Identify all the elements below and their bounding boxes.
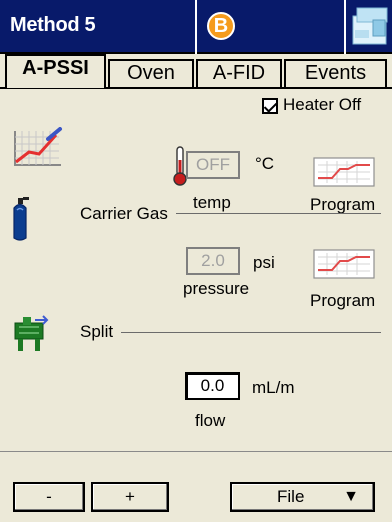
content-divider xyxy=(0,451,392,452)
heater-off-label: Heater Off xyxy=(283,95,362,114)
tab-a-fid[interactable]: A-FID xyxy=(196,59,282,88)
gas-cylinder-icon xyxy=(9,196,31,244)
flow-unit: mL/m xyxy=(252,378,295,397)
instrument-icon[interactable] xyxy=(346,0,392,54)
method-title: Method 5 xyxy=(10,14,96,36)
split-divider xyxy=(121,332,381,333)
heater-off-checkbox[interactable] xyxy=(262,98,278,114)
temp-input[interactable]: OFF xyxy=(186,151,240,179)
pressure-program-icon[interactable] xyxy=(313,249,375,279)
tab-content: Heater Off OFF °C temp Program Carrier G… xyxy=(0,89,392,522)
method-title-cell: Method 5 xyxy=(0,0,197,54)
program-graph-icon xyxy=(11,127,63,171)
pressure-program-label[interactable]: Program xyxy=(310,291,375,311)
title-bar: Method 5 B xyxy=(0,0,392,54)
temp-unit: °C xyxy=(255,154,275,173)
carrier-gas-label: Carrier Gas xyxy=(80,204,168,223)
tab-oven[interactable]: Oven xyxy=(108,59,194,88)
temp-program-icon[interactable] xyxy=(313,157,375,187)
tab-a-pssi[interactable]: A-PSSI xyxy=(5,54,106,88)
method-screen: Method 5 B A-PSSI Oven A-FID Events Heat… xyxy=(0,0,392,522)
file-dropdown-icon: ▼ xyxy=(343,488,359,505)
pressure-caption: pressure xyxy=(183,279,250,298)
carrier-gas-divider xyxy=(176,213,381,214)
badge-cell: B xyxy=(197,0,346,54)
pressure-input[interactable]: 2.0 xyxy=(186,247,240,275)
thermometer-icon xyxy=(173,146,187,186)
tab-events[interactable]: Events xyxy=(284,59,387,88)
minus-button[interactable]: - xyxy=(13,482,85,512)
b-badge-icon[interactable]: B xyxy=(207,12,235,40)
pressure-unit: psi xyxy=(253,253,275,272)
tab-bar: A-PSSI Oven A-FID Events xyxy=(0,54,392,88)
file-menu-button[interactable]: File ▼ xyxy=(230,482,375,512)
file-label: File xyxy=(277,487,305,506)
split-valve-icon xyxy=(11,315,53,353)
flow-caption: flow xyxy=(195,411,226,430)
temp-program-label[interactable]: Program xyxy=(310,195,375,215)
flow-input[interactable]: 0.0 xyxy=(185,372,240,400)
plus-button[interactable]: + xyxy=(91,482,169,512)
temp-caption: temp xyxy=(193,193,231,212)
split-label: Split xyxy=(80,322,114,341)
